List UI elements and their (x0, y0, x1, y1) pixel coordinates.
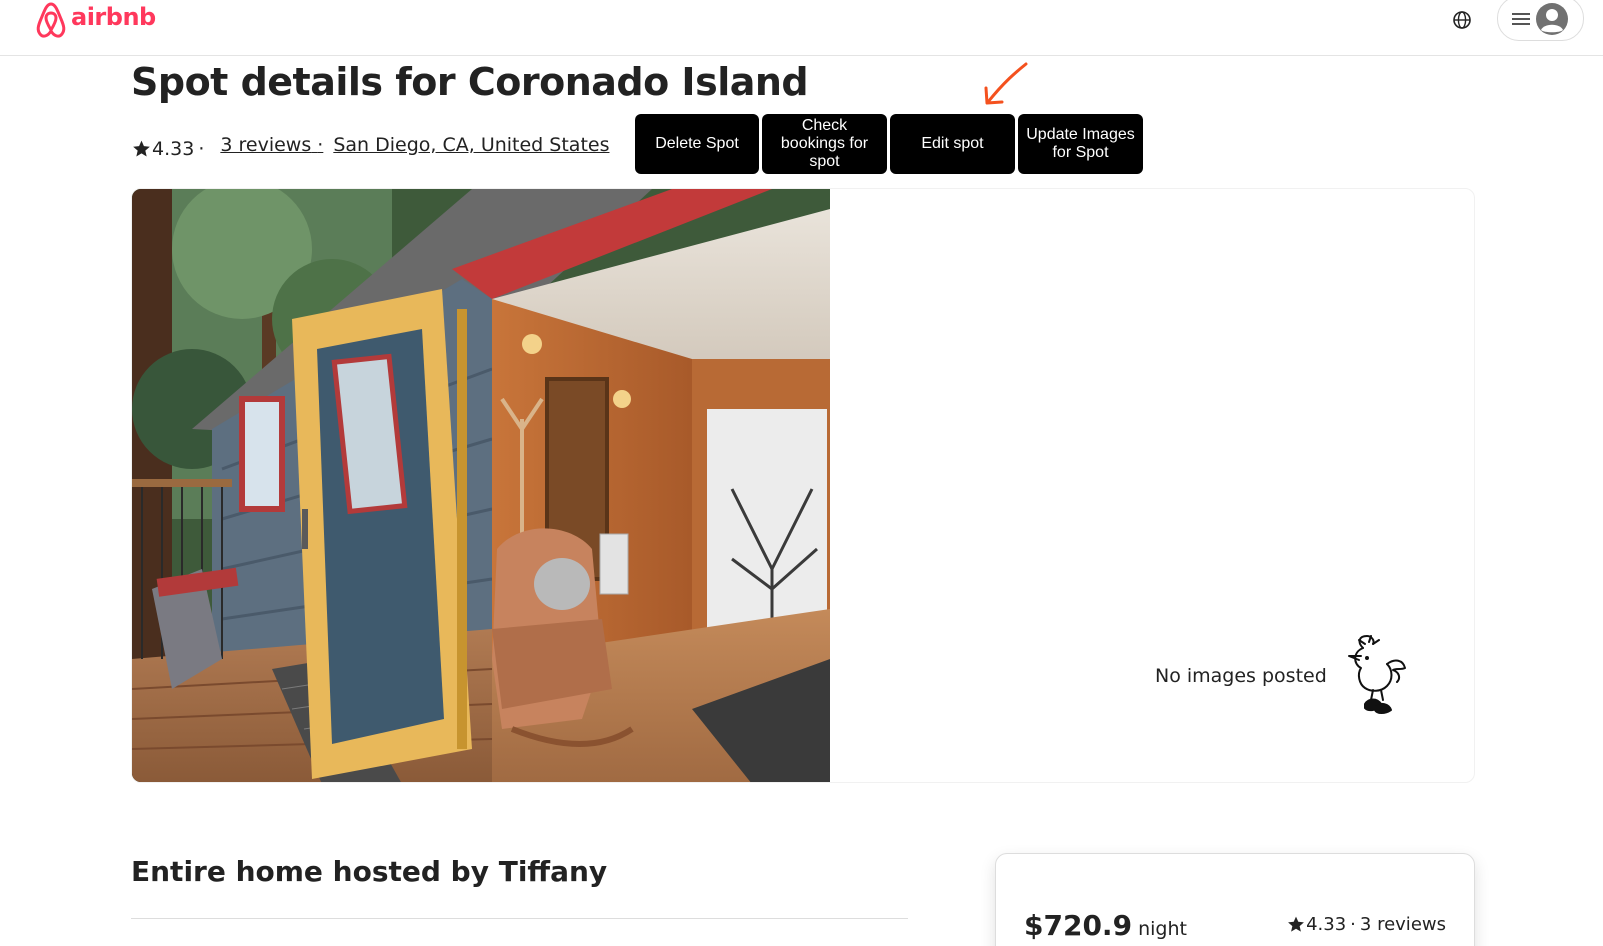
update-images-button[interactable]: Update Images for Spot (1018, 114, 1143, 174)
section-divider (131, 918, 908, 919)
airbnb-logo[interactable]: airbnb (33, 0, 156, 40)
annotation-arrow-icon (984, 62, 1028, 105)
top-nav-bar: airbnb (0, 0, 1603, 56)
airbnb-logo-icon (36, 2, 66, 38)
hamburger-icon (1512, 12, 1530, 25)
host-title: Entire home hosted by Tiffany (131, 855, 608, 888)
no-images-placeholder: No images posted (1155, 634, 1407, 718)
user-menu-button[interactable] (1497, 0, 1584, 41)
star-icon (1288, 916, 1305, 932)
chocobo-bird-icon (1347, 635, 1406, 714)
spot-image-gallery: No images posted (131, 188, 1475, 783)
airbnb-logo-text: airbnb (71, 3, 156, 31)
globe-icon[interactable] (1450, 8, 1474, 32)
reviews-link-label: 3 reviews (220, 134, 312, 156)
spot-meta-row: 4.33 · 3 reviews · San Diego, CA, United… (131, 130, 609, 160)
price-unit: night (1138, 918, 1187, 940)
spot-rating-value: 4.33 (152, 138, 195, 160)
card-reviews-count: 3 reviews (1359, 914, 1446, 935)
card-separator: · (1350, 914, 1356, 935)
location-link[interactable]: San Diego, CA, United States (333, 134, 609, 156)
main-spot-photo[interactable] (132, 189, 830, 783)
page-title: Spot details for Coronado Island (131, 60, 809, 104)
reviews-link[interactable]: 3 reviews · (220, 134, 323, 156)
booking-card-rating: 4.33 · 3 reviews (1286, 914, 1446, 935)
nightly-price: $720.9 (1024, 909, 1133, 942)
reviews-separator: · (317, 134, 324, 156)
star-icon (133, 140, 150, 157)
price-row: $720.9 night (1024, 909, 1187, 942)
no-images-text: No images posted (1155, 665, 1327, 687)
card-rating-value: 4.33 (1306, 914, 1347, 935)
meta-separator: · (198, 138, 205, 160)
edit-spot-button[interactable]: Edit spot (890, 114, 1015, 174)
user-avatar-icon (1536, 2, 1568, 35)
check-bookings-button[interactable]: Check bookings for spot (762, 114, 887, 174)
booking-card: $720.9 night 4.33 · 3 reviews (995, 853, 1475, 946)
spot-rating: 4.33 · (131, 138, 210, 160)
delete-spot-button[interactable]: Delete Spot (635, 114, 759, 174)
